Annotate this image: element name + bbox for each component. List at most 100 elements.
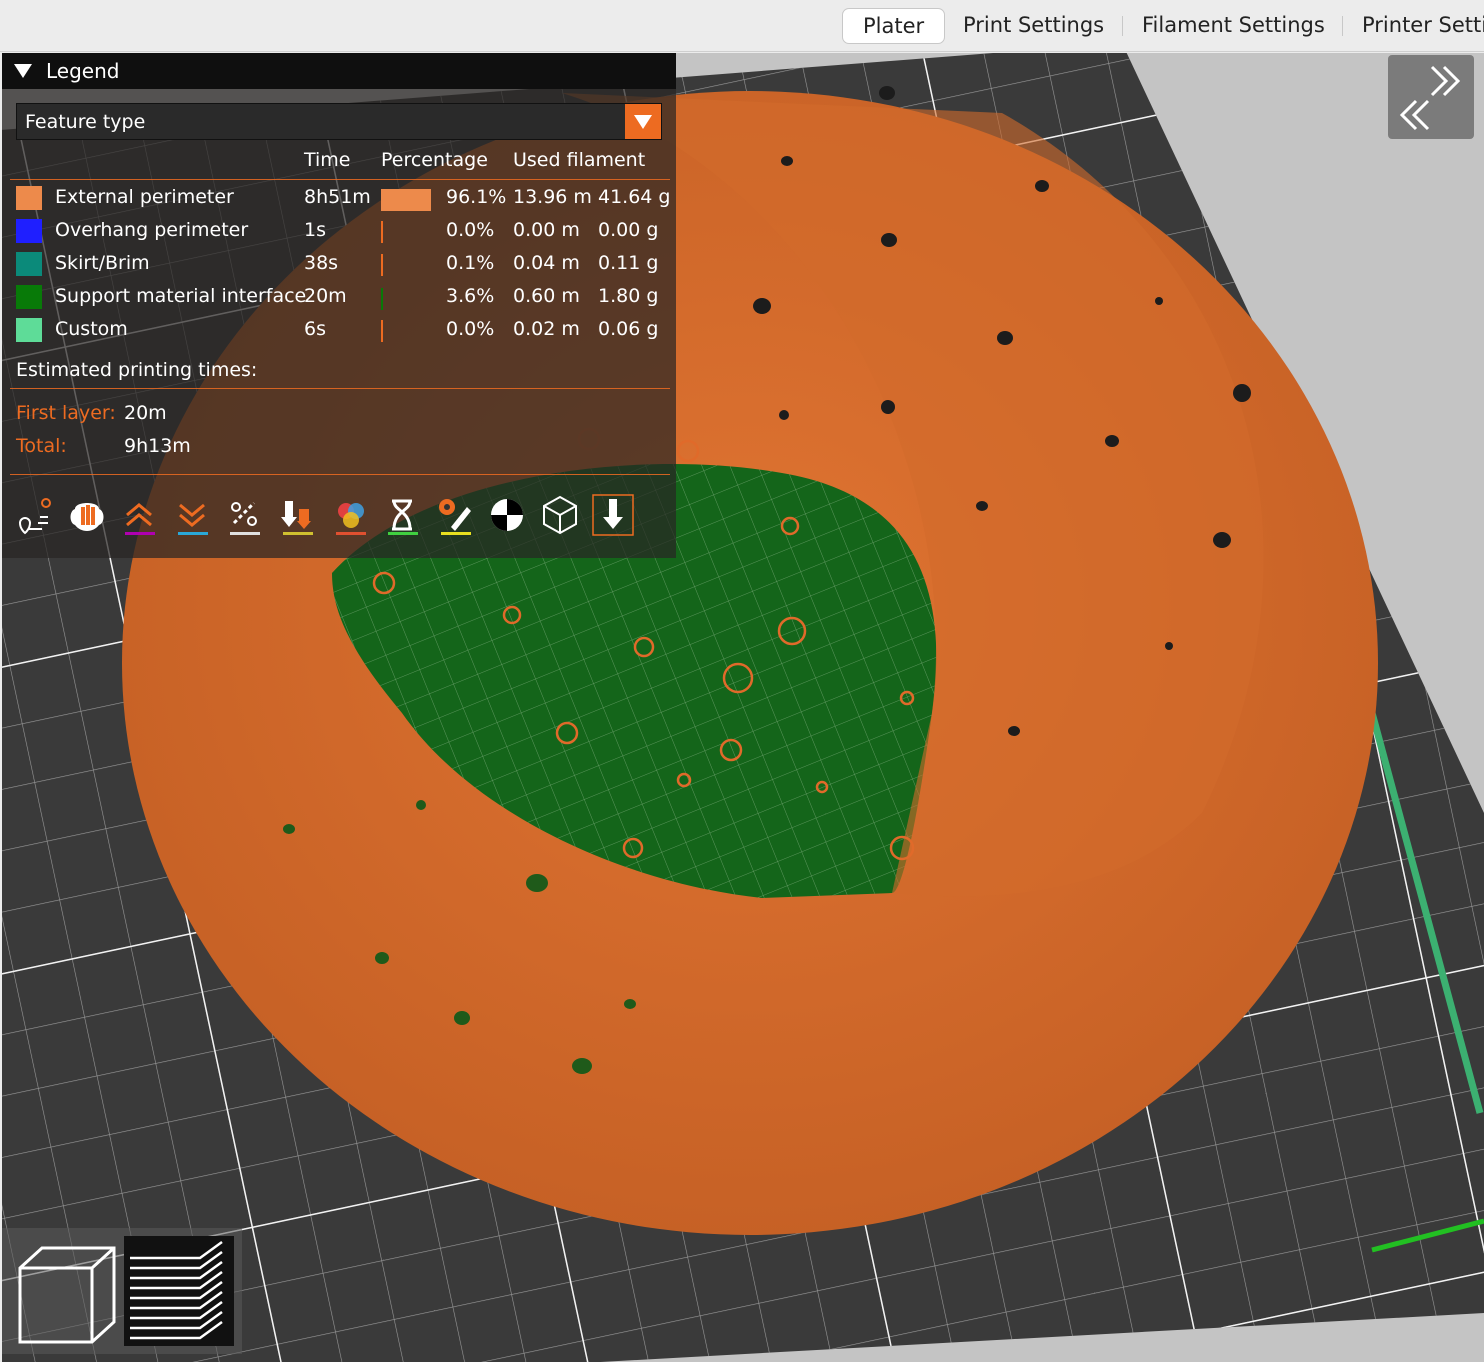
chevron-down-icon xyxy=(634,115,652,129)
travel-toggle[interactable] xyxy=(12,493,56,537)
feature-weight: 0.11 g xyxy=(598,252,659,274)
tab-filament-settings[interactable]: Filament Settings xyxy=(1122,8,1345,44)
feature-time: 8h51m xyxy=(304,186,371,208)
color-changes-toggle[interactable] xyxy=(328,493,372,537)
color-swatch xyxy=(16,252,42,276)
pause-prints-icon xyxy=(392,499,413,531)
pause-prints-toggle[interactable] xyxy=(380,493,424,537)
feature-row[interactable]: Custom 6s 0.0% 0.02 m 0.06 g xyxy=(2,316,676,346)
feature-row[interactable]: Overhang perimeter 1s 0.0% 0.00 m 0.00 g xyxy=(2,217,676,247)
percentage-bar xyxy=(381,320,383,342)
3d-view-button[interactable] xyxy=(10,1236,120,1346)
tab-bar: Plater Print Settings Filament Settings … xyxy=(0,0,1484,52)
wipe-hand-toggle[interactable] xyxy=(65,493,109,537)
divider xyxy=(10,388,670,389)
percentage-bar xyxy=(381,288,383,310)
divider xyxy=(10,474,670,475)
toggle-underline xyxy=(230,532,261,535)
feature-name: External perimeter xyxy=(55,186,234,208)
first-layer-label: First layer: xyxy=(16,402,116,424)
feature-weight: 0.00 g xyxy=(598,219,659,241)
feature-weight: 1.80 g xyxy=(598,285,659,307)
percentage-bar xyxy=(381,189,431,211)
toggle-underline xyxy=(335,532,366,535)
deretractions-toggle[interactable] xyxy=(170,493,214,537)
color-swatch xyxy=(16,219,42,243)
center-of-gravity-icon xyxy=(491,499,524,531)
legend-header[interactable]: Legend xyxy=(2,53,676,89)
legend-panel: Legend Feature type Time Percentage Used… xyxy=(2,53,676,558)
tool-marker-toggle[interactable] xyxy=(591,493,635,537)
layers-icon xyxy=(130,1240,223,1340)
first-layer-time: First layer: 20m xyxy=(16,402,167,424)
retractions-toggle[interactable] xyxy=(117,493,161,537)
percentage-bar xyxy=(381,254,383,276)
feature-percent: 3.6% xyxy=(446,285,495,307)
feature-weight: 41.64 g xyxy=(598,186,671,208)
custom-gcodes-toggle[interactable] xyxy=(433,493,477,537)
color-changes-icon xyxy=(337,503,364,528)
feature-row[interactable]: External perimeter 8h51m 96.1% 13.96 m 41.64… xyxy=(2,184,676,214)
preview-view-button[interactable] xyxy=(124,1236,234,1346)
column-header-used-filament: Used filament xyxy=(513,149,646,171)
toggle-underline xyxy=(283,532,313,535)
feature-length: 0.00 m xyxy=(513,219,580,241)
feature-length: 0.04 m xyxy=(513,252,580,274)
feature-row[interactable]: Skirt/Brim 38s 0.1% 0.04 m 0.11 g xyxy=(2,250,676,280)
shells-icon xyxy=(543,495,577,535)
total-time: Total: 9h13m xyxy=(16,435,191,457)
collapse-sidebar-button[interactable] xyxy=(1388,55,1474,139)
center-of-gravity-toggle[interactable] xyxy=(485,493,529,537)
feature-percent: 0.0% xyxy=(446,318,495,340)
feature-name: Skirt/Brim xyxy=(55,252,150,274)
wipe-hand-icon xyxy=(70,503,104,531)
shells-toggle[interactable] xyxy=(538,493,582,537)
view-mode-switch xyxy=(2,1228,242,1354)
seams-icon xyxy=(231,501,258,526)
tool-changes-icon xyxy=(281,501,311,529)
total-label: Total: xyxy=(16,435,67,457)
column-header-time: Time xyxy=(304,149,351,171)
toggle-underline xyxy=(440,532,471,535)
total-value: 9h13m xyxy=(124,435,191,457)
column-header-percentage: Percentage xyxy=(381,149,488,171)
tab-plater[interactable]: Plater xyxy=(842,8,946,44)
feature-percent: 0.1% xyxy=(446,252,495,274)
view-type-value: Feature type xyxy=(25,111,146,133)
feature-row[interactable]: Support material interface 20m 3.6% 0.60 m 1… xyxy=(2,283,676,313)
retractions-icon xyxy=(126,503,153,527)
tab-print-settings[interactable]: Print Settings xyxy=(943,8,1124,44)
feature-length: 0.60 m xyxy=(513,285,580,307)
toggle-underline xyxy=(125,532,156,535)
toggle-underline xyxy=(177,532,208,535)
double-chevron-icon xyxy=(1399,65,1461,131)
feature-name: Custom xyxy=(55,318,128,340)
feature-time: 1s xyxy=(304,219,326,241)
feature-time: 38s xyxy=(304,252,339,274)
feature-name: Overhang perimeter xyxy=(55,219,249,241)
feature-length: 13.96 m xyxy=(513,186,592,208)
first-layer-value: 20m xyxy=(124,402,167,424)
travel-icon xyxy=(18,498,51,535)
feature-length: 0.02 m xyxy=(513,318,580,340)
feature-weight: 0.06 g xyxy=(598,318,659,340)
tab-printer-settings[interactable]: Printer Setti xyxy=(1342,8,1484,44)
collapse-triangle-icon[interactable] xyxy=(14,64,32,78)
estimated-times-title: Estimated printing times: xyxy=(16,359,258,381)
color-swatch xyxy=(16,186,42,210)
custom-gcodes-icon xyxy=(438,499,471,531)
legend-title: Legend xyxy=(46,59,120,83)
cube-icon xyxy=(18,1246,116,1344)
color-swatch xyxy=(16,285,42,309)
feature-time: 6s xyxy=(304,318,326,340)
color-swatch xyxy=(16,318,42,342)
toggle-underline xyxy=(388,532,419,535)
feature-percent: 96.1% xyxy=(446,186,507,208)
seams-toggle[interactable] xyxy=(222,493,266,537)
feature-name: Support material interface xyxy=(55,285,307,307)
feature-time: 20m xyxy=(304,285,347,307)
divider xyxy=(10,179,670,180)
tool-changes-toggle[interactable] xyxy=(275,493,319,537)
dropdown-button[interactable] xyxy=(625,104,661,139)
view-type-select[interactable]: Feature type xyxy=(16,103,662,140)
